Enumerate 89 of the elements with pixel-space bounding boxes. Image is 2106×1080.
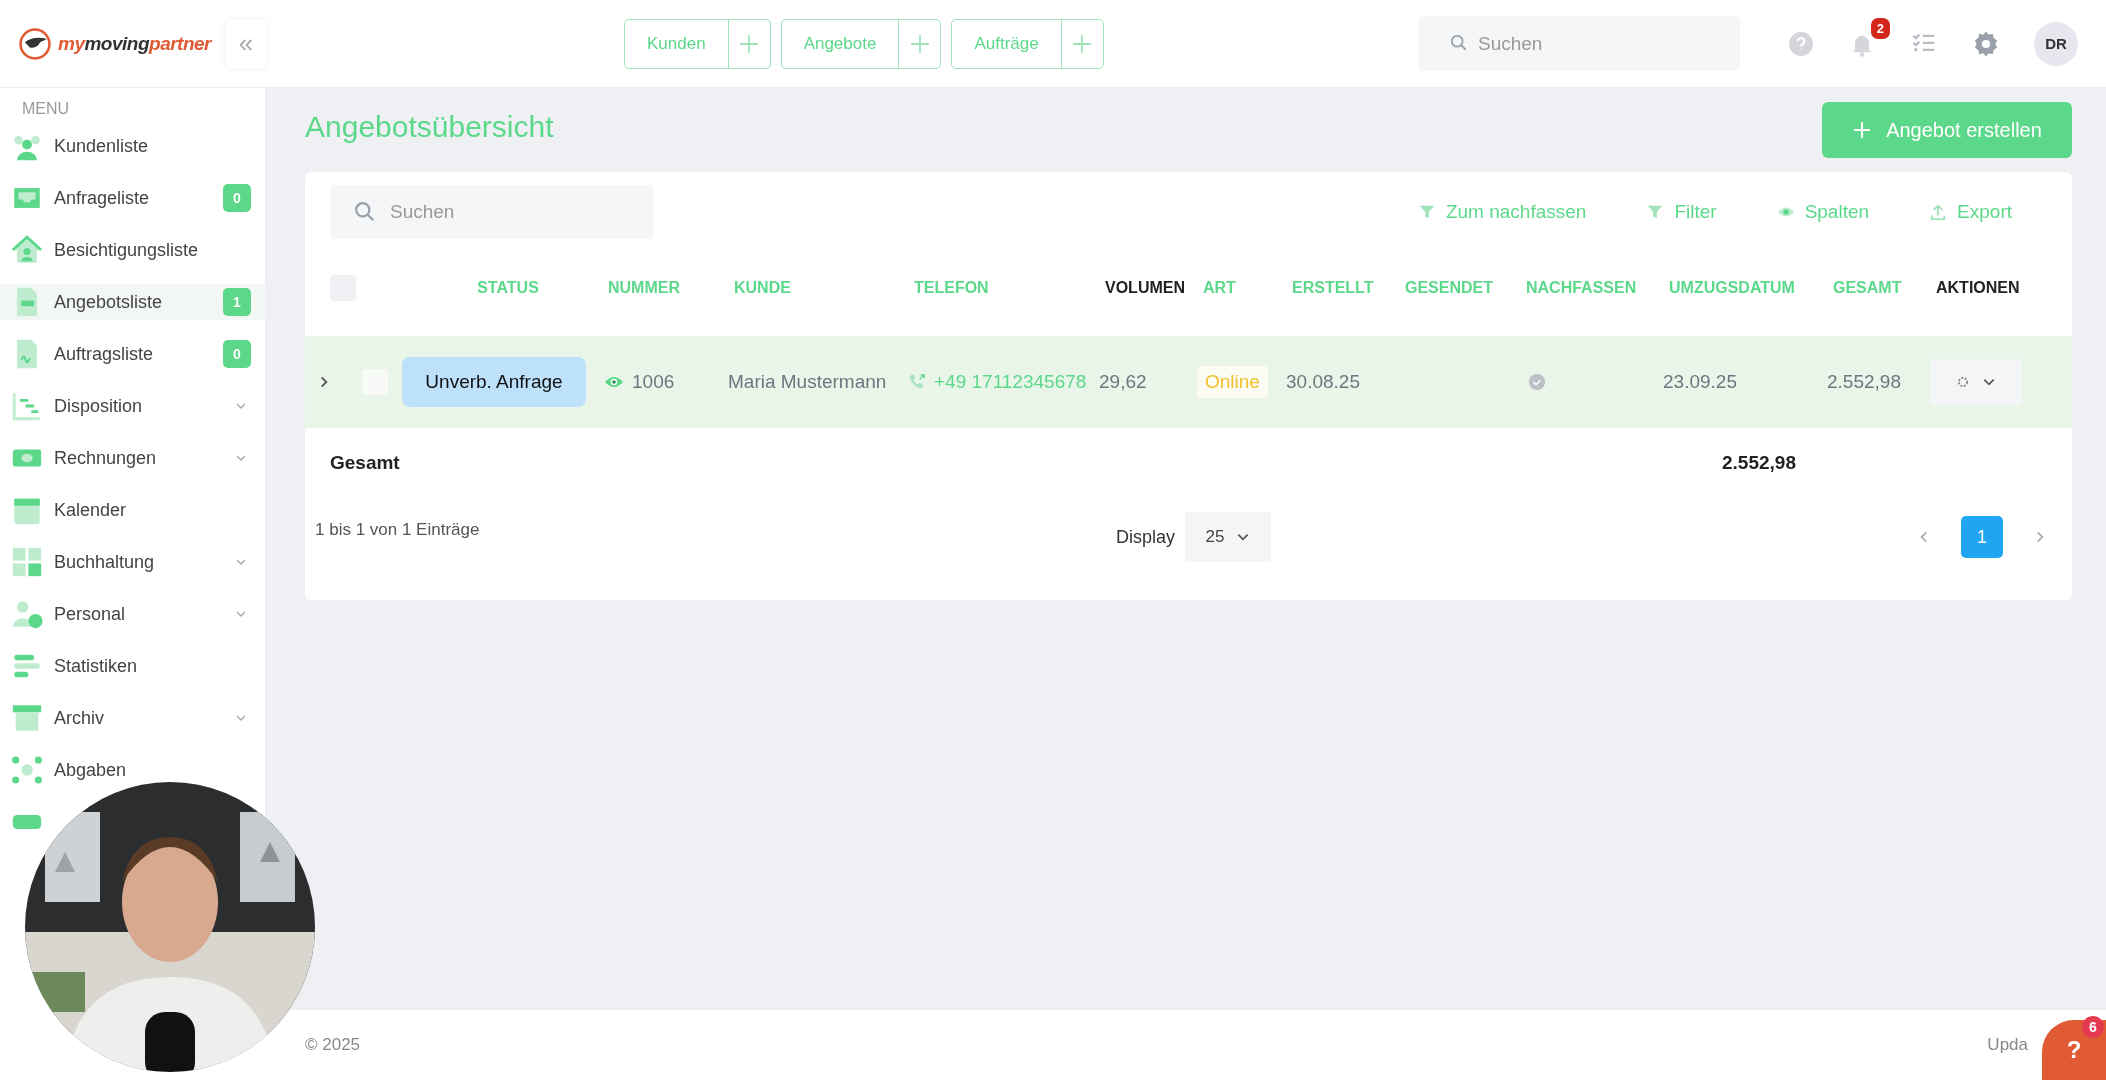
upload-icon bbox=[1929, 203, 1948, 221]
count-badge: 1 bbox=[223, 288, 251, 316]
sidebar-item[interactable]: Kundenliste bbox=[0, 128, 163, 164]
sidebar-item[interactable]: Kalender bbox=[0, 492, 141, 528]
filter-icon bbox=[1417, 203, 1436, 221]
count-badge: 0 bbox=[223, 184, 251, 212]
notification-badge: 2 bbox=[1870, 17, 1890, 39]
help-icon[interactable] bbox=[1788, 30, 1814, 57]
sidebar-label: Anfrageliste bbox=[54, 187, 151, 209]
sidebar-item[interactable]: Rechnungen bbox=[0, 440, 265, 476]
sidebar-label: Buchhaltung bbox=[54, 551, 156, 573]
logo-text: mymovingpartner bbox=[58, 32, 211, 55]
plus-icon bbox=[908, 32, 931, 55]
sidebar-label: Kundenliste bbox=[54, 135, 149, 157]
sidebar-label: Archiv bbox=[54, 707, 105, 729]
phone-link[interactable]: +49 17112345678 bbox=[934, 371, 1087, 393]
table-cell: 1006 bbox=[632, 371, 675, 393]
sidebar-label: Auftragsliste bbox=[54, 343, 155, 365]
plus-icon bbox=[738, 32, 761, 55]
plus-icon bbox=[1852, 120, 1873, 140]
sidebar-item[interactable]: Auftragsliste 0 bbox=[0, 336, 265, 372]
sidebar-item[interactable]: Personal bbox=[0, 596, 265, 632]
search-field[interactable]: Suchen bbox=[330, 185, 654, 239]
page-size-label: Display bbox=[1116, 526, 1176, 548]
sidebar-label: Kalender bbox=[54, 499, 127, 521]
column-header[interactable]: STATUS bbox=[408, 279, 608, 297]
toolbar-button[interactable]: Export bbox=[1929, 201, 2012, 223]
user-avatar[interactable]: DR bbox=[2034, 21, 2078, 66]
table-cell-text: Maria Mustermann bbox=[728, 371, 888, 393]
column-header[interactable]: GESAMT bbox=[1833, 279, 1936, 297]
table-row[interactable]: Unverb. Anfrage 1006 Maria Mustermann +49 17112345678 29,62 Online 30.08.25 23.09.25 2.552,98 bbox=[305, 336, 2072, 428]
sidebar-item[interactable]: Anfrageliste 0 bbox=[0, 180, 265, 216]
column-header[interactable]: NACHFASSEN bbox=[1526, 279, 1669, 297]
quick-action-button[interactable]: Aufträge bbox=[952, 19, 1061, 68]
entries-info: 1 bis 1 von 1 Einträge bbox=[315, 520, 481, 540]
search-icon bbox=[1450, 34, 1468, 52]
sidebar-item[interactable]: Abgaben bbox=[0, 752, 141, 788]
sidebar-label: Statistiken bbox=[54, 655, 138, 677]
sidebar-item[interactable]: Buchhaltung bbox=[0, 544, 265, 580]
footer-text: Upda bbox=[1987, 1035, 2028, 1055]
table-cell-text: 29,62 bbox=[1099, 371, 1148, 393]
column-header[interactable]: UMZUGSDATUM bbox=[1669, 279, 1833, 297]
sidebar-label: Abgaben bbox=[54, 759, 127, 781]
sidebar-label: Besichtigungsliste bbox=[54, 239, 199, 261]
column-header[interactable]: GESENDET bbox=[1405, 279, 1526, 297]
table-cell-text: 2.552,98 bbox=[1827, 371, 1902, 393]
sidebar-item[interactable]: Statistiken bbox=[0, 648, 152, 684]
search-icon bbox=[354, 201, 376, 223]
table-cell-text: 23.09.25 bbox=[1663, 371, 1738, 393]
total-label: Gesamt bbox=[330, 452, 401, 474]
quick-action-button[interactable]: Kunden bbox=[625, 19, 728, 68]
actions-dropdown[interactable] bbox=[1930, 359, 2022, 405]
logo-icon bbox=[18, 26, 52, 61]
sidebar-item[interactable]: Angebotsliste 1 bbox=[0, 284, 265, 320]
column-header[interactable]: NUMMER bbox=[608, 279, 734, 297]
total-value: 2.552,98 bbox=[1722, 452, 1797, 474]
toolbar-button[interactable]: Spalten bbox=[1776, 201, 1870, 223]
quick-action-button[interactable]: Angebote bbox=[781, 19, 899, 68]
sidebar-item[interactable]: Besichtigungsliste bbox=[0, 232, 213, 268]
calculator-icon bbox=[10, 545, 44, 579]
page-button[interactable]: 1 bbox=[1961, 516, 2003, 558]
status-badge: Unverb. Anfrage bbox=[402, 357, 586, 407]
page-title: Angebotsübersicht bbox=[305, 110, 554, 144]
table-cell-text: 30.08.25 bbox=[1286, 371, 1361, 393]
sidebar-label: Angebotsliste bbox=[54, 291, 164, 313]
toolbar-button[interactable]: Filter bbox=[1646, 201, 1717, 223]
sidebar-label: Personal bbox=[54, 603, 127, 625]
type-badge: Online bbox=[1197, 366, 1268, 398]
collapse-button[interactable]: « bbox=[225, 19, 267, 68]
toolbar-button[interactable]: Zum nachfassen bbox=[1417, 201, 1587, 223]
column-header[interactable]: ART bbox=[1203, 279, 1292, 297]
settings-icon[interactable] bbox=[1972, 29, 2000, 58]
column-header[interactable]: KUNDE bbox=[734, 279, 914, 297]
sidebar-item[interactable]: Disposition bbox=[0, 388, 265, 424]
menu-heading: MENU bbox=[21, 100, 71, 119]
column-header: AKTIONEN bbox=[1936, 279, 2021, 297]
plus-icon bbox=[1071, 32, 1094, 55]
sidebar-label: Disposition bbox=[54, 395, 144, 417]
column-header: VOLUMEN bbox=[1105, 279, 1186, 297]
search-field[interactable]: Suchen bbox=[1418, 16, 1740, 71]
column-header[interactable]: TELEFON bbox=[914, 279, 1105, 297]
create-offer-button[interactable]: Angebot erstellen bbox=[1822, 102, 2072, 158]
copyright-text: © 2025 bbox=[305, 1035, 361, 1055]
column-header[interactable]: ERSTELLT bbox=[1292, 279, 1405, 297]
sidebar-item[interactable]: Archiv bbox=[0, 700, 265, 736]
sidebar-label: Rechnungen bbox=[54, 447, 158, 469]
page-size-select[interactable]: 25 bbox=[1185, 512, 1272, 562]
count-badge: 0 bbox=[223, 340, 251, 368]
phone-icon bbox=[908, 373, 926, 391]
